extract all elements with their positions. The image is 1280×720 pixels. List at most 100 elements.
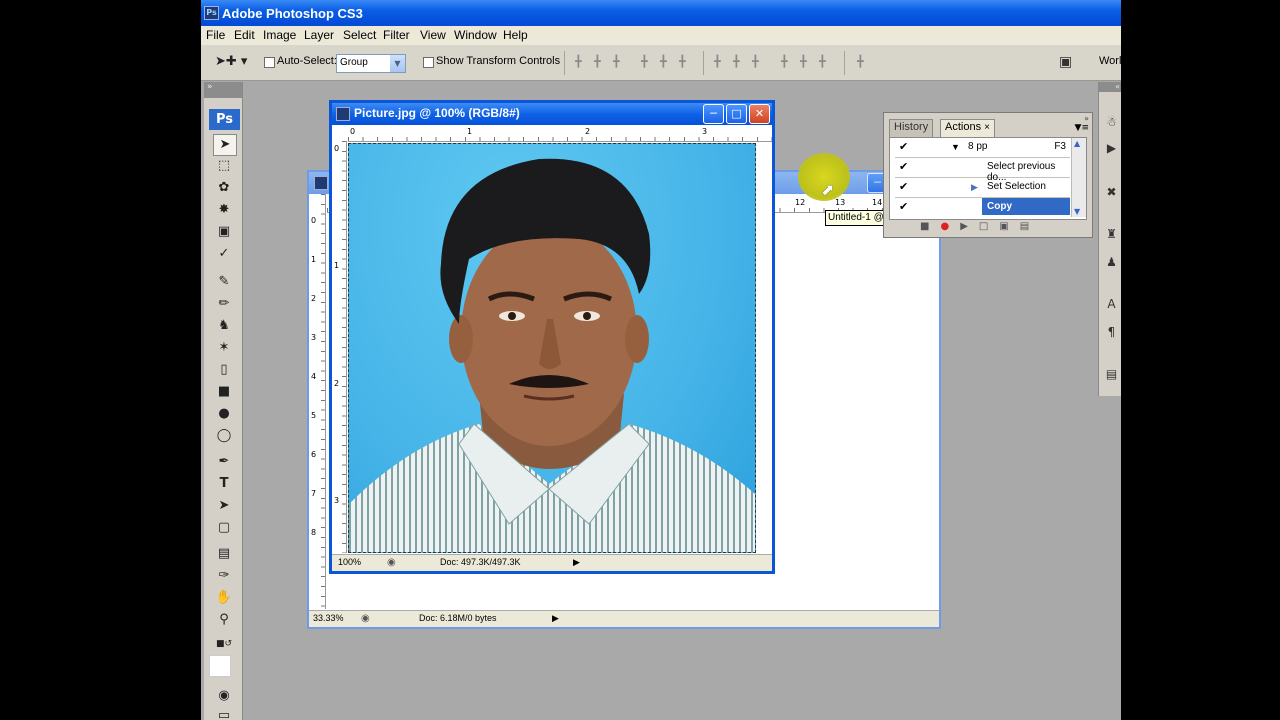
hand-tool-icon[interactable]: ✋ — [213, 588, 235, 608]
panel-collapse-icon[interactable]: » — [1084, 114, 1089, 123]
path-selection-tool-icon[interactable]: ➤ — [213, 496, 235, 516]
action-set-row[interactable]: ✔ ▼ 8 pp F3 — [895, 138, 1070, 158]
dodge-tool-icon[interactable]: ◯ — [213, 426, 235, 446]
menu-edit[interactable]: Edit — [234, 28, 255, 42]
auto-select-checkbox[interactable] — [264, 57, 275, 68]
document-window-picture[interactable]: Picture.jpg @ 100% (RGB/8#) ─ □ ✕ 0 1 2 … — [329, 100, 775, 574]
zoom-level[interactable]: 33.33% — [313, 613, 344, 623]
new-action-icon[interactable]: ▣ — [999, 221, 1019, 232]
crop-tool-icon[interactable]: ▣ — [213, 222, 235, 242]
marquee-tool-icon[interactable]: ⬚ — [213, 156, 235, 176]
auto-align-layers-icon[interactable]: ╋ — [857, 56, 871, 68]
brush-tool-icon[interactable]: ✏ — [213, 294, 235, 314]
menu-image[interactable]: Image — [263, 28, 296, 42]
gradient-tool-icon[interactable]: ■ — [213, 382, 235, 402]
menu-help[interactable]: Help — [503, 28, 528, 42]
maximize-button[interactable]: □ — [726, 104, 747, 124]
menu-view[interactable]: View — [420, 28, 446, 42]
quick-mask-icon[interactable]: ◉ — [213, 686, 235, 706]
close-icon[interactable]: × — [984, 122, 990, 133]
move-tool-icon[interactable]: ➤ — [213, 134, 237, 156]
align-bottom-icon[interactable]: ╋ — [613, 56, 627, 68]
auto-select-dropdown[interactable]: Group ▼ — [336, 54, 406, 73]
align-left-icon[interactable]: ╋ — [641, 56, 655, 68]
eraser-tool-icon[interactable]: ▯ — [213, 360, 235, 380]
scroll-up-icon[interactable]: ▲ — [1074, 139, 1080, 148]
check-icon[interactable]: ✔ — [899, 180, 908, 193]
notes-tool-icon[interactable]: ▤ — [213, 544, 235, 564]
screen-mode-icon[interactable]: ▭ — [213, 706, 235, 720]
canvas-photo[interactable] — [348, 143, 756, 553]
delete-icon[interactable]: ▤ — [1020, 221, 1040, 232]
distribute-vcenter-icon[interactable]: ╋ — [733, 56, 747, 68]
move-tool-preset-icon[interactable]: ➤✚ ▾ — [215, 54, 247, 69]
expand-triangle-icon[interactable]: ▶ — [971, 182, 978, 193]
zoom-tool-icon[interactable]: ⚲ — [213, 610, 235, 630]
lasso-tool-icon[interactable]: ✿ — [213, 178, 235, 198]
character-icon[interactable]: A — [1103, 296, 1120, 313]
workspace-label[interactable]: Worl — [1099, 55, 1121, 67]
distribute-hcenter-icon[interactable]: ╋ — [800, 56, 814, 68]
horizontal-ruler[interactable] — [348, 125, 772, 142]
document-title-bar[interactable]: Picture.jpg @ 100% (RGB/8#) ─ □ ✕ — [332, 103, 772, 125]
check-icon[interactable]: ✔ — [899, 200, 908, 213]
zoom-level[interactable]: 100% — [338, 557, 361, 567]
expand-triangle-icon[interactable]: ▼ — [951, 142, 960, 152]
tab-actions[interactable]: Actions × — [940, 119, 995, 138]
dock-header[interactable]: « — [1099, 82, 1121, 92]
shape-tool-icon[interactable]: ▢ — [213, 518, 235, 538]
type-tool-icon[interactable]: T — [213, 474, 235, 494]
actions-scrollbar[interactable]: ▲ ▼ — [1071, 138, 1086, 217]
default-colors-icon[interactable]: ■↺ — [213, 634, 235, 654]
slice-tool-icon[interactable]: ✓ — [213, 244, 235, 264]
action-step-row[interactable]: ✔ ▶ Set Selection — [895, 178, 1070, 198]
navigator-icon[interactable]: ☃ — [1103, 114, 1120, 131]
scroll-down-icon[interactable]: ▼ — [1074, 207, 1080, 216]
eyedropper-tool-icon[interactable]: ✑ — [213, 566, 235, 586]
show-transform-checkbox[interactable] — [423, 57, 434, 68]
action-step-row[interactable]: ✔ Select previous do... — [895, 158, 1070, 183]
tab-history[interactable]: History — [889, 119, 934, 138]
menu-layer[interactable]: Layer — [304, 28, 334, 42]
panel-menu-icon[interactable]: ▼≡ — [1075, 123, 1089, 133]
status-info-icon[interactable]: ◉ — [361, 613, 370, 624]
distribute-top-icon[interactable]: ╋ — [714, 56, 728, 68]
new-set-icon[interactable]: □ — [979, 221, 999, 232]
blur-tool-icon[interactable]: ● — [213, 404, 235, 424]
distribute-bottom-icon[interactable]: ╋ — [752, 56, 766, 68]
tools-presets-icon[interactable]: ✖ — [1103, 184, 1120, 201]
menu-select[interactable]: Select — [343, 28, 376, 42]
stop-icon[interactable]: ■ — [920, 221, 940, 232]
menu-file[interactable]: File — [206, 28, 225, 42]
align-vcenter-icon[interactable]: ╋ — [594, 56, 608, 68]
action-step-row-selected[interactable]: ✔ Copy — [895, 198, 1070, 217]
vertical-ruler[interactable] — [332, 141, 347, 553]
photoshop-logo[interactable]: Ps — [209, 109, 240, 130]
status-menu-arrow-icon[interactable]: ▶ — [573, 557, 580, 568]
check-icon[interactable]: ✔ — [899, 140, 908, 153]
status-info-icon[interactable]: ◉ — [387, 557, 396, 568]
clone-source-icon[interactable]: ♟ — [1103, 254, 1120, 271]
menu-window[interactable]: Window — [454, 28, 497, 42]
distribute-left-icon[interactable]: ╋ — [781, 56, 795, 68]
workspace-icon[interactable]: ▣ — [1059, 54, 1072, 70]
history-brush-tool-icon[interactable]: ✶ — [213, 338, 235, 358]
paragraph-icon[interactable]: ¶ — [1103, 324, 1120, 341]
distribute-right-icon[interactable]: ╋ — [819, 56, 833, 68]
actions-icon[interactable]: ▶ — [1103, 140, 1120, 157]
healing-brush-tool-icon[interactable]: ✎ — [213, 272, 235, 292]
clone-stamp-tool-icon[interactable]: ♞ — [213, 316, 235, 336]
layer-comps-icon[interactable]: ▤ — [1103, 366, 1120, 383]
close-button[interactable]: ✕ — [749, 104, 770, 124]
minimize-button[interactable]: ─ — [703, 104, 724, 124]
quick-selection-tool-icon[interactable]: ✸ — [213, 200, 235, 220]
align-top-icon[interactable]: ╋ — [575, 56, 589, 68]
status-menu-arrow-icon[interactable]: ▶ — [552, 613, 559, 624]
brushes-icon[interactable]: ♜ — [1103, 226, 1120, 243]
align-hcenter-icon[interactable]: ╋ — [660, 56, 674, 68]
pen-tool-icon[interactable]: ✒ — [213, 452, 235, 472]
check-icon[interactable]: ✔ — [899, 160, 908, 173]
play-icon[interactable]: ▶ — [960, 221, 979, 232]
menu-filter[interactable]: Filter — [383, 28, 410, 42]
record-icon[interactable]: ● — [940, 221, 960, 232]
